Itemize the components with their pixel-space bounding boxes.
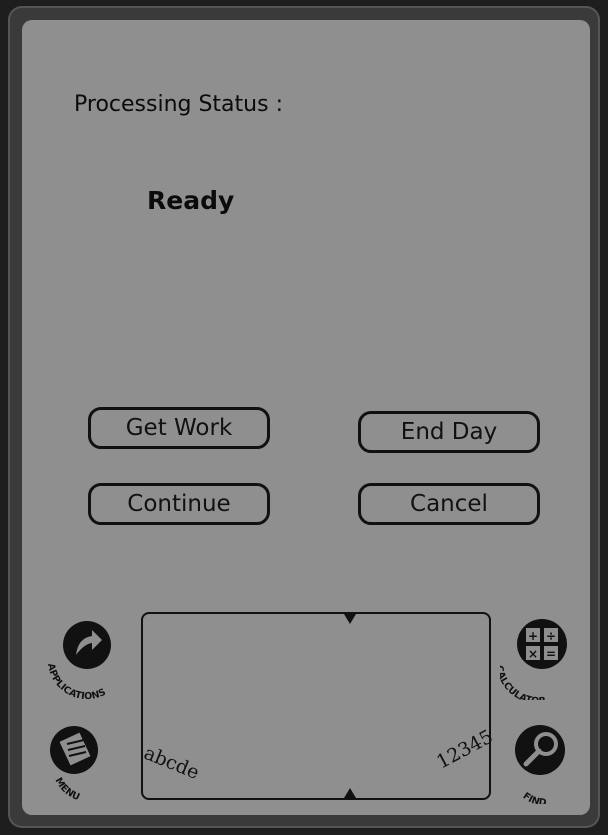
applications-button[interactable]: APPLICATIONS [40, 610, 130, 700]
menu-label: MENU [53, 776, 82, 803]
graffiti-alpha-hint: abcde [140, 742, 203, 784]
find-button[interactable]: FIND [500, 714, 590, 804]
get-work-button[interactable]: Get Work [88, 407, 270, 449]
applications-label: APPLICATIONS [45, 662, 108, 700]
menu-icon: MENU [50, 726, 98, 803]
end-day-button[interactable]: End Day [358, 411, 540, 453]
graffiti-divider-top-marker [344, 614, 356, 624]
svg-text:MENU: MENU [53, 776, 82, 803]
svg-text:÷: ÷ [546, 629, 556, 643]
svg-text:APPLICATIONS: APPLICATIONS [45, 662, 108, 700]
svg-text:CALCULATOR: CALCULATOR [500, 664, 547, 700]
applications-icon: APPLICATIONS [45, 621, 111, 700]
continue-button[interactable]: Continue [88, 483, 270, 525]
cancel-button[interactable]: Cancel [358, 483, 540, 525]
svg-text:+: + [528, 629, 538, 643]
menu-button[interactable]: MENU [40, 714, 130, 804]
svg-text:=: = [546, 647, 556, 661]
graffiti-divider-bottom-marker [344, 788, 356, 798]
svg-text:FIND: FIND [521, 791, 547, 804]
graffiti-numeric-hint: 12345 [433, 725, 497, 774]
svg-text:×: × [528, 647, 538, 661]
calculator-label: CALCULATOR [500, 664, 547, 700]
find-icon: FIND [515, 725, 565, 804]
processing-status-label: Processing Status : [74, 92, 283, 117]
calculator-icon: + ÷ × = CALCULATOR [500, 619, 567, 700]
find-label: FIND [521, 791, 547, 804]
graffiti-input-area[interactable]: abcde 12345 [140, 612, 497, 800]
calculator-button[interactable]: + ÷ × = CALCULATOR [500, 610, 590, 700]
processing-status-value: Ready [147, 186, 235, 215]
